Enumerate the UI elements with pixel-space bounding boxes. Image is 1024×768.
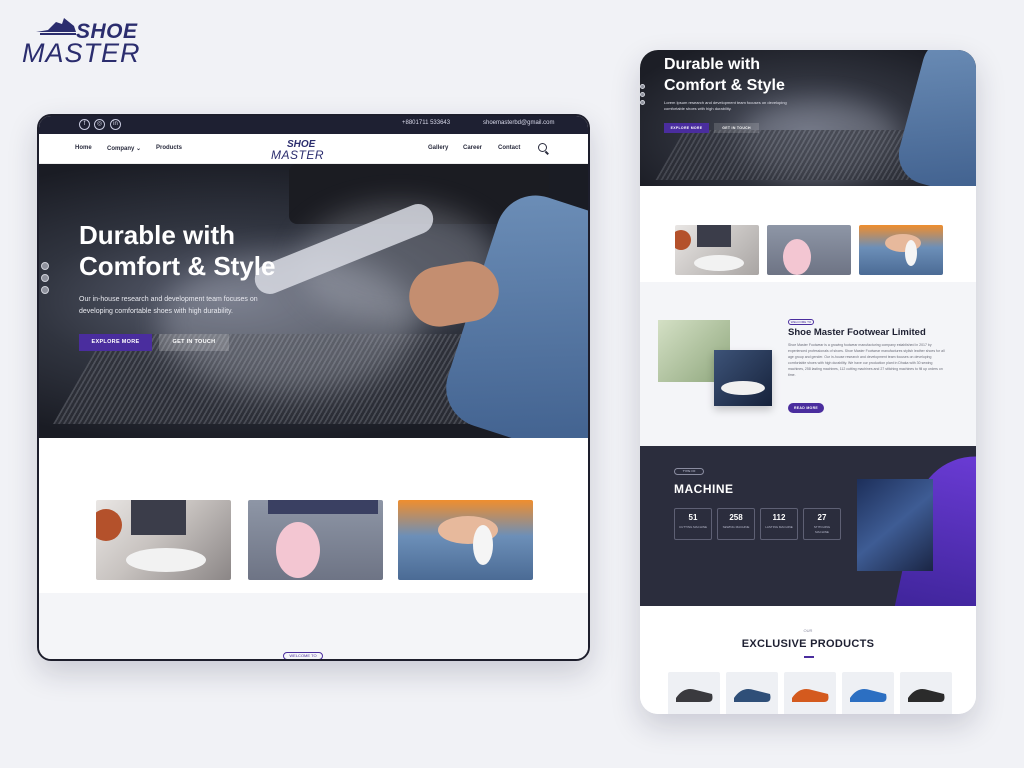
machine-title: MACHINE bbox=[674, 482, 734, 496]
stat-number: 112 bbox=[772, 513, 786, 522]
stat-lasting: 112 LASTING MACHINE bbox=[760, 508, 798, 540]
nav-home[interactable]: Home bbox=[75, 145, 92, 151]
mobile-touch-button[interactable]: GET IN TOUCH bbox=[714, 123, 759, 133]
sneaker-image bbox=[721, 381, 765, 395]
about-title: Shoe Master Footwear Limited bbox=[788, 327, 926, 338]
mobile-thumb-1[interactable] bbox=[675, 225, 759, 275]
sneaker-icon bbox=[908, 689, 945, 702]
facebook-icon[interactable]: f bbox=[79, 119, 90, 130]
title-underline bbox=[804, 656, 814, 658]
slider-dots[interactable] bbox=[41, 262, 49, 298]
stat-label: LASTING MACHINE bbox=[765, 525, 793, 529]
phone-text[interactable]: +8801711 533643 bbox=[402, 120, 450, 126]
mobile-slider-dots[interactable] bbox=[640, 84, 645, 109]
top-bar: f ◎ in +8801711 533643 shoemasterbd@gmai… bbox=[39, 116, 588, 134]
gallery-thumb-2[interactable] bbox=[248, 500, 383, 580]
sneaker-icon bbox=[676, 689, 713, 702]
slider-dot[interactable] bbox=[41, 274, 49, 282]
stat-number: 258 bbox=[729, 513, 743, 522]
nav-products[interactable]: Products bbox=[156, 145, 182, 151]
linkedin-icon[interactable]: in bbox=[110, 119, 121, 130]
hero-banner: Durable with Comfort & Style Our in-hous… bbox=[39, 164, 588, 438]
hands-shoe-image bbox=[438, 516, 498, 565]
slider-dot[interactable] bbox=[640, 84, 645, 89]
mobile-thumb-3[interactable] bbox=[859, 225, 943, 275]
products-kicker: OUR bbox=[803, 628, 813, 633]
sneaker-icon bbox=[734, 689, 771, 702]
pink-shoe-image bbox=[783, 239, 811, 275]
hero-text: Our in-house research and development te… bbox=[79, 296, 258, 315]
about-section-band bbox=[39, 593, 588, 659]
hands-shoe-image bbox=[885, 234, 921, 266]
sneaker-icon bbox=[792, 689, 829, 702]
machine-pill: TYPE OF bbox=[674, 468, 704, 475]
brand-logo[interactable]: SHOE MASTER bbox=[22, 14, 162, 68]
products-title: EXCLUSIVE PRODUCTS bbox=[741, 638, 875, 650]
desktop-mockup: f ◎ in +8801711 533643 shoemasterbd@gmai… bbox=[37, 114, 590, 661]
shoe-logo-icon bbox=[36, 18, 76, 35]
stat-label: SEWING MACHINE bbox=[722, 525, 750, 529]
product-card[interactable] bbox=[784, 672, 836, 714]
nav-logo[interactable]: SHOE MASTER bbox=[271, 138, 331, 162]
about-section: WELCOME TO Shoe Master Footwear Limited … bbox=[640, 282, 976, 446]
nav-logo-line-2: MASTER bbox=[271, 148, 325, 162]
about-pill: WELCOME TO bbox=[788, 319, 814, 325]
hero-title: Durable with Comfort & Style bbox=[79, 220, 276, 281]
product-card[interactable] bbox=[726, 672, 778, 714]
read-more-button[interactable]: READ MORE bbox=[788, 403, 824, 413]
product-card[interactable] bbox=[668, 672, 720, 714]
mobile-thumb-2[interactable] bbox=[767, 225, 851, 275]
mobile-hero-text: Lorem Ipsum research and development tea… bbox=[664, 100, 787, 111]
pink-shoe-image bbox=[268, 500, 378, 578]
gallery-thumb-1[interactable] bbox=[96, 500, 231, 580]
mobile-mockup: Durable with Comfort & Style Lorem Ipsum… bbox=[640, 50, 976, 714]
mobile-hero: Durable with Comfort & Style Lorem Ipsum… bbox=[640, 50, 976, 186]
shoe-tying-image bbox=[675, 225, 744, 271]
product-card[interactable] bbox=[900, 672, 952, 714]
stat-number: 51 bbox=[688, 513, 698, 522]
slider-dot[interactable] bbox=[41, 286, 49, 294]
logo-line-2: MASTER bbox=[22, 38, 141, 68]
slider-dot[interactable] bbox=[41, 262, 49, 270]
machine-section: TYPE OF MACHINE 51 CUTTING MACHINE 258 S… bbox=[640, 446, 976, 606]
stat-label: CUTTING MACHINE bbox=[679, 525, 707, 529]
product-card[interactable] bbox=[842, 672, 894, 714]
slider-dot[interactable] bbox=[640, 100, 645, 105]
welcome-pill: WELCOME TO bbox=[283, 652, 323, 659]
get-in-touch-button[interactable]: GET IN TOUCH bbox=[159, 334, 229, 351]
mobile-explore-button[interactable]: EXPLORE MORE bbox=[664, 123, 709, 133]
nav-company[interactable]: Company ⌄ bbox=[107, 145, 141, 152]
mobile-hero-title: Durable with Comfort & Style bbox=[664, 56, 785, 94]
stat-sewing: 258 SEWING MACHINE bbox=[717, 508, 755, 540]
about-image-2 bbox=[714, 350, 772, 406]
explore-more-button[interactable]: EXPLORE MORE bbox=[79, 334, 152, 351]
main-nav: Home Company ⌄ Products SHOE MASTER Gall… bbox=[39, 134, 588, 164]
stat-cutting: 51 CUTTING MACHINE bbox=[674, 508, 712, 540]
slider-dot[interactable] bbox=[640, 92, 645, 97]
stat-label: STITCHING MACHINE bbox=[813, 525, 831, 534]
machine-photo bbox=[857, 479, 933, 571]
products-section: OUR EXCLUSIVE PRODUCTS bbox=[640, 606, 976, 714]
stat-number: 27 bbox=[817, 513, 827, 522]
mobile-hero-arm bbox=[892, 50, 976, 186]
instagram-icon[interactable]: ◎ bbox=[94, 119, 105, 130]
gallery-thumb-3[interactable] bbox=[398, 500, 533, 580]
search-icon[interactable] bbox=[538, 143, 547, 152]
stat-stitching: 27 STITCHING MACHINE bbox=[803, 508, 841, 540]
nav-gallery[interactable]: Gallery bbox=[428, 145, 448, 151]
nav-contact[interactable]: Contact bbox=[498, 145, 520, 151]
sneaker-icon bbox=[850, 689, 887, 702]
about-text: Shoe Master Footwear is a growing footwe… bbox=[788, 343, 945, 377]
nav-career[interactable]: Career bbox=[463, 145, 482, 151]
shoe-tying-image bbox=[96, 500, 206, 572]
email-text[interactable]: shoemasterbd@gmail.com bbox=[483, 120, 554, 126]
